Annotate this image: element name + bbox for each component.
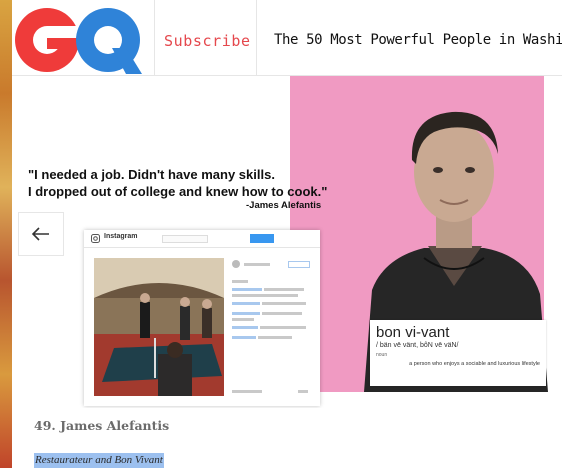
arrow-left-icon xyxy=(32,227,49,241)
carousel-back-button[interactable] xyxy=(18,212,64,256)
instagram-brand: Instagram xyxy=(104,233,138,240)
hero-image: bon vi-vant / bän vē vänt, bôN vē väN/ n… xyxy=(12,76,562,408)
logo-text: GQ xyxy=(14,4,16,5)
gq-logo[interactable]: GQ xyxy=(14,4,142,74)
entry-role[interactable]: Restaurateur and Bon Vivant xyxy=(34,453,164,468)
header-divider xyxy=(154,0,155,75)
quote-line: I dropped out of college and knew how to… xyxy=(28,184,328,199)
instagram-embed: Instagram xyxy=(84,230,320,406)
instagram-signup xyxy=(250,234,274,243)
instagram-sidebar xyxy=(232,258,314,398)
instagram-search xyxy=(162,235,208,243)
entry-title: 49. James Alefantis xyxy=(34,418,170,433)
definition-word: bon vi-vant xyxy=(376,324,450,341)
background-edge xyxy=(0,0,12,468)
follow-button xyxy=(288,261,310,268)
definition-card: bon vi-vant / bän vē vänt, bôN vē väN/ n… xyxy=(370,320,546,386)
definition-phonetic: / bän vē vänt, bôN vē väN/ xyxy=(376,342,459,349)
headline-link[interactable]: The 50 Most Powerful People in Washingto… xyxy=(274,32,562,48)
quote-attribution: -James Alefantis xyxy=(246,200,322,211)
instagram-topbar: Instagram xyxy=(84,230,320,248)
definition-meaning: a person who enjoys a sociable and luxur… xyxy=(409,361,540,367)
ping-pong-photo xyxy=(94,258,224,396)
definition-part-of-speech: noun xyxy=(376,352,388,358)
avatar xyxy=(232,260,240,268)
site-header: GQ Subscribe The 50 Most Powerful People… xyxy=(12,0,562,76)
subscribe-link[interactable]: Subscribe xyxy=(164,32,251,50)
header-divider xyxy=(256,0,257,75)
quote-line: "I needed a job. Didn't have many skills… xyxy=(28,167,275,182)
quote-text: "I needed a job. Didn't have many skills… xyxy=(28,166,327,200)
instagram-icon xyxy=(91,234,100,243)
